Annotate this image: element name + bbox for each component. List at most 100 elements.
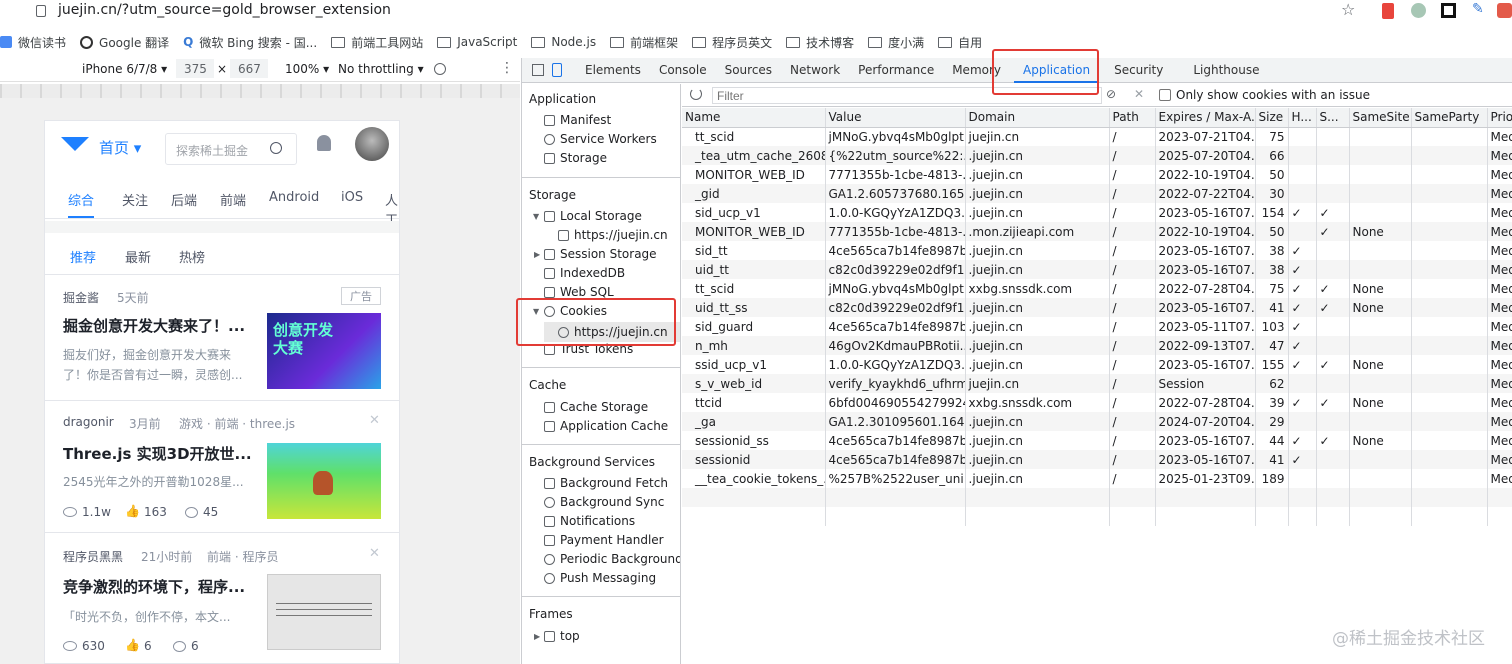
table-row[interactable]: MONITOR_WEB_ID 7771355b-1cbe-4813-... .jue… xyxy=(682,165,1512,184)
sidebar-item-indexeddb[interactable]: IndexedDB xyxy=(544,266,625,280)
inspect-icon[interactable] xyxy=(532,64,544,76)
tab-ios[interactable]: iOS xyxy=(341,190,363,205)
column-header[interactable]: Name xyxy=(682,108,826,128)
sidebar-item-top-frame[interactable]: top xyxy=(544,629,580,643)
bookmark-folder[interactable]: 程序员英文 xyxy=(692,34,772,51)
sidebar-item-application-cache[interactable]: Application Cache xyxy=(544,419,668,433)
tab-console[interactable]: Console xyxy=(650,58,716,83)
star-icon[interactable]: ☆ xyxy=(1341,0,1355,19)
table-row[interactable]: sessionid 4ce565ca7b14fe8987b... .juejin.c… xyxy=(682,450,1512,469)
avatar[interactable] xyxy=(355,127,389,161)
extension-icon[interactable] xyxy=(1441,3,1456,18)
subtab-latest[interactable]: 最新 xyxy=(125,247,151,266)
column-header[interactable]: Priority xyxy=(1487,108,1512,128)
table-row[interactable]: uid_tt_ss c82c0d39229e02df9f1... .juejin.c… xyxy=(682,298,1512,317)
table-row[interactable]: s_v_web_id verify_kyaykhd6_ufhrm... juejin… xyxy=(682,374,1512,393)
search-box[interactable]: 探索稀土掘金 xyxy=(165,133,297,165)
table-row[interactable]: _gaGA1.2.301095601.1641....juejin.cn/202… xyxy=(682,412,1512,431)
table-row[interactable]: ttcid6bfd004690554279924...xxbg.snssdk.c… xyxy=(682,393,1512,412)
tab-backend[interactable]: 后端 xyxy=(171,190,197,209)
bell-icon[interactable] xyxy=(317,135,331,151)
comment-icon[interactable] xyxy=(185,507,198,518)
column-header[interactable]: Size xyxy=(1255,108,1289,128)
tab-android[interactable]: Android xyxy=(269,190,319,205)
refresh-icon[interactable] xyxy=(690,88,702,100)
comment-icon[interactable] xyxy=(173,641,186,652)
column-header[interactable]: Expires / Max-A... xyxy=(1155,108,1256,128)
tab-comprehensive[interactable]: 综合 xyxy=(68,190,94,209)
table-row[interactable]: sid_tt 4ce565ca7b14fe8987b... .juejin.cn/2… xyxy=(682,241,1512,260)
article-card[interactable]: 掘金酱 5天前 广告 掘金创意开发大赛来了！... 掘友们好，掘金创意开发大赛来… xyxy=(45,279,399,401)
sidebar-item-manifest[interactable]: Manifest xyxy=(544,113,611,127)
table-row[interactable]: __tea_cookie_tokens_... %257B%2522user_un… xyxy=(682,469,1512,488)
sidebar-item-local-storage[interactable]: Local Storage xyxy=(544,209,642,223)
bookmark[interactable]: Q 微软 Bing 搜索 - 国... xyxy=(183,34,317,51)
tab-network[interactable]: Network xyxy=(781,58,849,83)
like-icon[interactable]: 👍 xyxy=(125,638,140,652)
bookmark[interactable]: 微信读书 xyxy=(0,34,66,51)
close-icon[interactable]: ✕ xyxy=(369,546,380,561)
bookmark-folder[interactable]: 技术博客 xyxy=(786,34,854,51)
bookmark-folder[interactable]: Node.js xyxy=(531,35,596,49)
rotate-icon[interactable] xyxy=(434,63,446,75)
tab-follow[interactable]: 关注 xyxy=(122,190,148,209)
table-row[interactable]: ssid_ucp_v1 1.0.0-KGQyYzA1ZDQ3... .juejin.… xyxy=(682,355,1512,374)
search-input[interactable]: 探索稀土掘金 xyxy=(176,142,248,159)
article-card[interactable]: 程序员黑黑 21小时前 前端 · 程序员 ✕ 竞争激烈的环境下，程序... 「时… xyxy=(45,544,399,663)
close-icon[interactable]: ✕ xyxy=(369,413,380,428)
table-row[interactable]: _gidGA1.2.605737680.1657....juejin.cn/20… xyxy=(682,184,1512,203)
collapse-arrow-icon[interactable]: ▶ xyxy=(534,250,540,259)
sidebar-item-background-fetch[interactable]: Background Fetch xyxy=(544,476,668,490)
column-header[interactable]: Path xyxy=(1109,108,1156,128)
clear-filtered-icon[interactable]: ⊘ xyxy=(1106,87,1116,101)
table-row[interactable]: sessionid_ss 4ce565ca7b14fe8987b... .jueji… xyxy=(682,431,1512,450)
sidebar-item-service-workers[interactable]: Service Workers xyxy=(544,132,657,146)
bookmark-folder[interactable]: 度小满 xyxy=(868,34,924,51)
sidebar-item-storage[interactable]: Storage xyxy=(544,151,607,165)
subtab-hot[interactable]: 热榜 xyxy=(179,247,205,266)
throttle-select[interactable]: No throttling ▾ xyxy=(338,62,424,76)
article-title[interactable]: 竞争激烈的环境下，程序... xyxy=(63,576,245,597)
sidebar-item-payment-handler[interactable]: Payment Handler xyxy=(544,533,664,547)
article-title[interactable]: 掘金创意开发大赛来了！... xyxy=(63,315,245,336)
tab-performance[interactable]: Performance xyxy=(849,58,943,83)
device-select[interactable]: iPhone 6/7/8 ▾ xyxy=(82,62,167,76)
bookmark-folder[interactable]: JavaScript xyxy=(437,35,517,49)
sidebar-item-background-sync[interactable]: Background Sync xyxy=(544,495,664,509)
article-author[interactable]: 掘金酱 xyxy=(63,289,99,306)
column-header[interactable]: H... xyxy=(1288,108,1317,128)
url-text[interactable]: juejin.cn/?utm_source=gold_browser_exten… xyxy=(58,2,391,18)
device-toggle-icon[interactable] xyxy=(552,63,562,77)
tab-security[interactable]: Security xyxy=(1105,58,1172,83)
column-header[interactable]: S... xyxy=(1316,108,1350,128)
column-header[interactable]: Value xyxy=(825,108,966,128)
tab-frontend[interactable]: 前端 xyxy=(220,190,246,209)
more-icon[interactable]: ⋮ xyxy=(500,60,514,76)
extension-icon[interactable]: ✎ xyxy=(1472,1,1484,17)
home-menu[interactable]: 首页 ▾ xyxy=(99,137,141,158)
delete-icon[interactable]: ✕ xyxy=(1134,87,1144,101)
collapse-arrow-icon[interactable]: ▶ xyxy=(534,632,540,641)
table-row[interactable]: uid_tt c82c0d39229e02df9f1... .juejin.cn/2… xyxy=(682,260,1512,279)
table-row[interactable]: _tea_utm_cache_2608 {%22utm_source%22:...… xyxy=(682,146,1512,165)
table-row[interactable]: tt_scid jMNoG.ybvq4sMb0glpt... juejin.cn/2… xyxy=(682,127,1512,146)
sidebar-item-local-origin[interactable]: https://juejin.cn xyxy=(558,228,668,242)
tab-elements[interactable]: Elements xyxy=(576,58,650,83)
sidebar-item-notifications[interactable]: Notifications xyxy=(544,514,635,528)
sidebar-item-cache-storage[interactable]: Cache Storage xyxy=(544,400,648,414)
bookmark-folder[interactable]: 前端框架 xyxy=(610,34,678,51)
bookmark[interactable]: Google 翻译 xyxy=(80,34,169,51)
extension-icon[interactable] xyxy=(1382,3,1394,19)
bookmark-folder[interactable]: 自用 xyxy=(938,34,982,51)
zoom-select[interactable]: 100% ▾ xyxy=(285,62,329,76)
column-header[interactable]: SameParty xyxy=(1411,108,1488,128)
extension-icon[interactable] xyxy=(1411,3,1426,18)
expand-arrow-icon[interactable]: ▼ xyxy=(533,212,539,221)
only-issue-checkbox[interactable] xyxy=(1159,89,1171,101)
width-input[interactable]: 375 xyxy=(176,59,214,78)
column-header[interactable]: Domain xyxy=(965,108,1110,128)
table-row[interactable]: sid_ucp_v1 1.0.0-KGQyYzA1ZDQ3... .juejin.c… xyxy=(682,203,1512,222)
article-card[interactable]: dragonir 3月前 游戏 · 前端 · three.js ✕ Three.… xyxy=(45,411,399,533)
sidebar-item-session-storage[interactable]: Session Storage xyxy=(544,247,657,261)
sidebar-item-periodic-sync[interactable]: Periodic Background Sync xyxy=(544,552,680,566)
